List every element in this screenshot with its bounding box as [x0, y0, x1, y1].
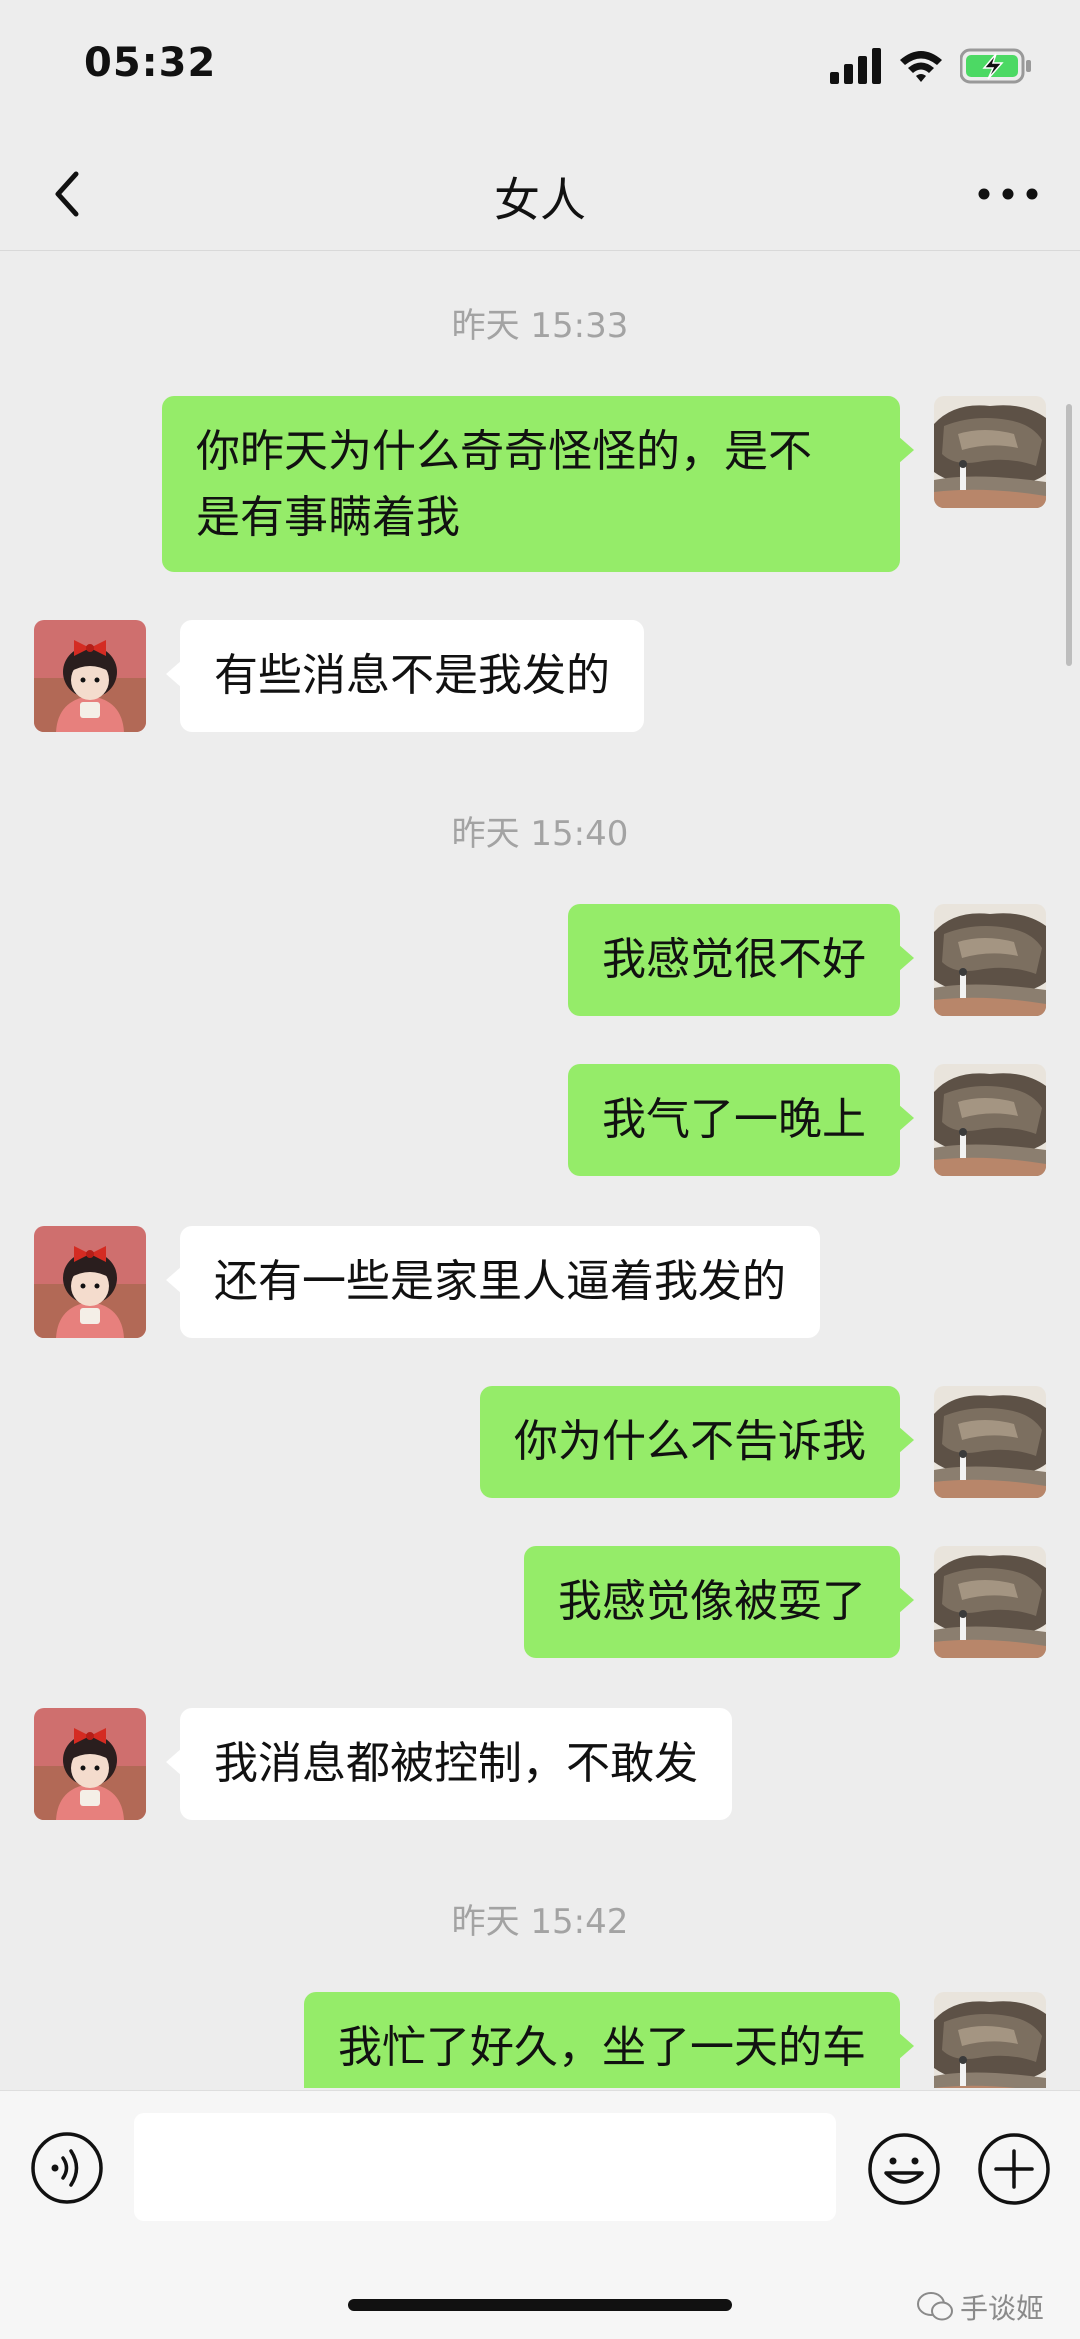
voice-icon[interactable] — [30, 2131, 104, 2205]
chat-title: 女人 — [494, 173, 586, 227]
message-bubble[interactable]: 还有一些是家里人逼着我发的 — [166, 1226, 820, 1338]
home-indicator[interactable] — [348, 2299, 732, 2311]
scroll-indicator[interactable] — [1066, 404, 1072, 666]
battery-charging-icon — [960, 48, 1031, 84]
status-bar: 05:32 — [0, 0, 1080, 140]
status-icons — [830, 46, 1032, 86]
avatar[interactable] — [934, 396, 1046, 508]
wifi-icon — [900, 51, 942, 82]
signal-icon — [830, 48, 881, 84]
timestamp: 昨天 15:40 — [451, 814, 629, 854]
watermark-text: 手谈姬 — [959, 2292, 1044, 2325]
message-bubble[interactable]: 我消息都被控制，不敢发 — [166, 1708, 732, 1820]
avatar[interactable] — [934, 1992, 1046, 2088]
message-bubble[interactable]: 有些消息不是我发的 — [166, 620, 644, 732]
avatar[interactable] — [34, 620, 146, 732]
message-input[interactable] — [134, 2113, 836, 2221]
nav-bar: 女人 — [0, 140, 1080, 251]
input-bar: 手谈姬 — [0, 2090, 1080, 2339]
avatar[interactable] — [934, 1064, 1046, 1176]
message-bubble[interactable]: 我感觉很不好 — [568, 904, 914, 1016]
watermark: 手谈姬 — [916, 2287, 1044, 2327]
message-line: 是有事瞒着我 — [196, 492, 460, 543]
message-bubble[interactable]: 你昨天为什么奇奇怪怪的，是不 是有事瞒着我 — [162, 396, 914, 572]
more-dots-icon[interactable] — [972, 162, 1044, 226]
message-bubble[interactable]: 我气了一晚上 — [568, 1064, 914, 1176]
message-bubble[interactable]: 我感觉像被耍了 — [524, 1546, 914, 1658]
timestamp: 昨天 15:33 — [451, 306, 629, 346]
status-time: 05:32 — [84, 40, 217, 86]
avatar[interactable] — [934, 1546, 1046, 1658]
smile-icon[interactable] — [866, 2131, 942, 2207]
avatar[interactable] — [34, 1708, 146, 1820]
wechat-logo-icon — [916, 2292, 953, 2321]
avatar[interactable] — [934, 904, 1046, 1016]
plus-circle-icon[interactable] — [976, 2131, 1052, 2207]
chat-list[interactable]: 昨天 15:33 你昨天为什么奇奇怪怪的，是不 是有事瞒着我 有些消息不是我发的… — [0, 252, 1080, 2088]
timestamp: 昨天 15:42 — [451, 1902, 629, 1942]
avatar[interactable] — [34, 1226, 146, 1338]
avatar[interactable] — [934, 1386, 1046, 1498]
message-bubble[interactable]: 我忙了好久，坐了一天的车 — [304, 1992, 914, 2088]
message-line: 你昨天为什么奇奇怪怪的，是不 — [196, 426, 812, 477]
message-bubble[interactable]: 你为什么不告诉我 — [480, 1386, 914, 1498]
